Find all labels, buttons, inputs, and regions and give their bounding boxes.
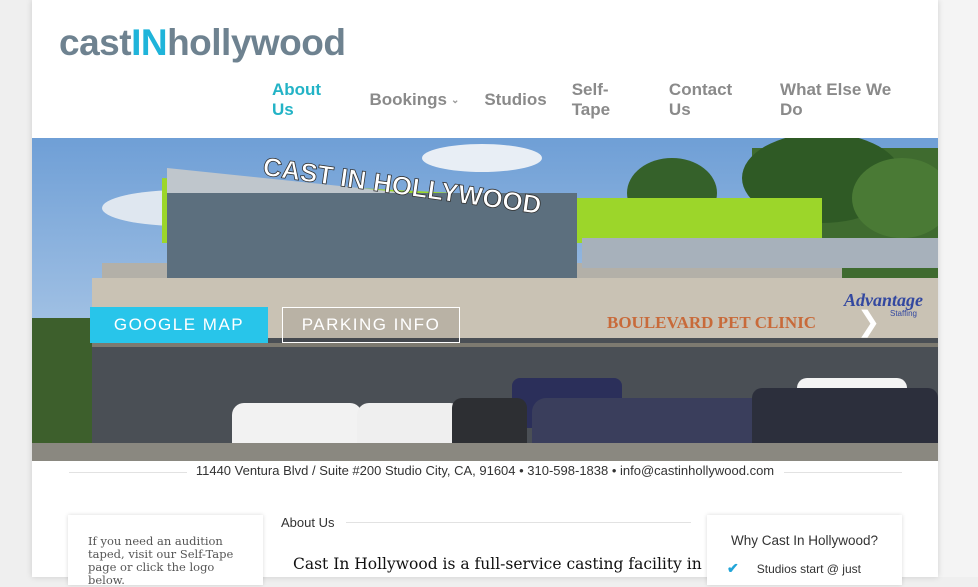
page-background-right	[938, 0, 978, 577]
nav-self-tape-label: Self-Tape	[571, 80, 611, 119]
main-content: About Us Cast In Hollywood is a full-ser…	[281, 515, 702, 573]
hero-building-photo: CAST IN HOLLYWOOD BOULEVARD PET CLINIC A…	[32, 138, 938, 461]
heading-rule	[346, 522, 691, 523]
self-tape-note: If you need an audition taped, visit our…	[88, 534, 234, 587]
nav-what-else-label: What Else We Do	[780, 80, 892, 119]
nav-studios-label: Studios	[484, 90, 547, 109]
hero-slider[interactable]: CAST IN HOLLYWOOD BOULEVARD PET CLINIC A…	[32, 138, 938, 461]
pet-clinic-sign: BOULEVARD PET CLINIC	[607, 313, 816, 332]
site-logo[interactable]: castINhollywood	[59, 22, 346, 64]
logo-text-in: IN	[131, 22, 168, 63]
google-map-button[interactable]: GOOGLE MAP	[90, 307, 268, 343]
main-nav: About Us Bookings ⌄ Studios Self-Tape Con…	[272, 80, 938, 120]
why-item-text: Studios start @ just	[756, 561, 861, 576]
nav-self-tape[interactable]: Self-Tape	[572, 80, 644, 120]
nav-contact-us-label: Contact Us	[668, 80, 733, 119]
advantage-sign: Advantage	[843, 290, 923, 310]
nav-about-us[interactable]: About Us	[272, 80, 345, 120]
self-tape-widget: If you need an audition taped, visit our…	[68, 515, 263, 587]
nav-about-us-label: About Us	[272, 80, 322, 119]
chevron-right-icon[interactable]: ❯	[857, 308, 880, 336]
intro-text: Cast In Hollywood is a full-service cast…	[293, 555, 702, 573]
logo-text-hollywood: hollywood	[167, 22, 346, 63]
nav-contact-us[interactable]: Contact Us	[669, 80, 755, 120]
advantage-sub-sign: Staffing	[890, 309, 917, 318]
parking-info-button[interactable]: PARKING INFO	[282, 307, 460, 343]
why-widget: Why Cast In Hollywood? ✔ Studios start @…	[707, 515, 902, 585]
nav-bookings-label: Bookings	[369, 90, 447, 109]
page-container: castINhollywood About Us Bookings ⌄ Studi…	[32, 0, 938, 587]
nav-studios[interactable]: Studios	[484, 80, 546, 120]
about-us-heading: About Us	[281, 515, 691, 530]
why-list-item: ✔ Studios start @ just	[727, 560, 902, 577]
why-title: Why Cast In Hollywood?	[730, 533, 879, 548]
nav-what-else-we-do[interactable]: What Else We Do	[780, 80, 913, 120]
nav-bookings[interactable]: Bookings ⌄	[370, 80, 460, 120]
address-line: 11440 Ventura Blvd / Suite #200 Studio C…	[195, 463, 775, 478]
logo-text-cast: cast	[59, 22, 132, 63]
check-icon: ✔	[727, 560, 739, 576]
chevron-down-icon: ⌄	[450, 94, 460, 106]
about-us-heading-text: About Us	[281, 515, 335, 530]
